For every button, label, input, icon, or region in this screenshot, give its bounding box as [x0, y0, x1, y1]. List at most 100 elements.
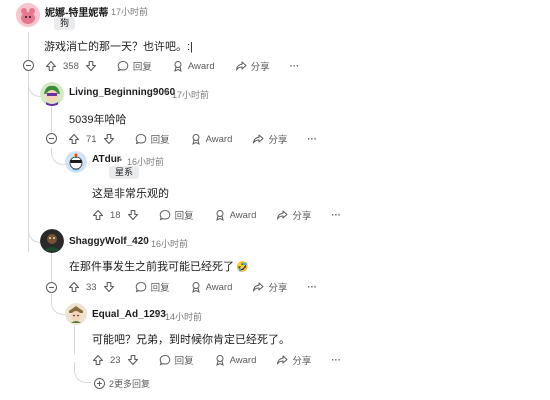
more-options-button[interactable]: ··· — [331, 355, 341, 366]
thread-line-c2[interactable] — [51, 106, 52, 132]
avatar-art-icon — [40, 82, 64, 106]
award-icon — [191, 282, 200, 293]
comment-body: 这是非常乐观的 — [92, 188, 169, 200]
downvote-icon[interactable] — [127, 354, 139, 366]
separator-dot: • — [157, 310, 161, 320]
thread-line-c5[interactable] — [74, 326, 75, 354]
reply-label: 回复 — [150, 283, 170, 294]
separator-dot: • — [164, 88, 168, 98]
more-replies-link[interactable]: 2更多回复 — [94, 377, 150, 390]
comment-bubble-icon — [159, 354, 170, 366]
comment-body: 5039年哈哈 — [69, 114, 127, 126]
share-icon — [253, 282, 264, 292]
award-label: Award — [229, 209, 257, 221]
comment-author[interactable]: ShaggyWolf_420 — [69, 236, 149, 247]
reply-button[interactable]: 回复 — [135, 132, 170, 146]
award-button[interactable]: Award — [214, 209, 257, 221]
laughing-emoji-icon: 🤣 — [236, 262, 249, 273]
share-label: 分享 — [292, 211, 312, 222]
upvote-icon[interactable] — [92, 354, 104, 366]
share-icon — [277, 355, 288, 365]
thread-line-c4[interactable] — [51, 252, 52, 282]
share-icon — [253, 134, 264, 144]
comment-timestamp[interactable]: 17小时前 — [172, 88, 209, 101]
avatar[interactable] — [16, 3, 40, 27]
award-button[interactable]: Award — [214, 354, 256, 366]
comment-author[interactable]: Living_Beginning9060 — [69, 87, 175, 98]
downvote-icon[interactable] — [103, 281, 115, 293]
comment-bubble-icon — [159, 209, 170, 221]
avatar[interactable] — [65, 151, 87, 173]
comment-author[interactable]: Equal_Ad_1293 — [92, 309, 166, 320]
downvote-icon[interactable] — [103, 133, 115, 145]
upvote-icon[interactable] — [68, 281, 80, 293]
comment-bubble-icon — [135, 281, 146, 293]
vote-count: 33 — [86, 281, 97, 293]
share-button[interactable]: 分享 — [276, 208, 311, 222]
downvote-icon[interactable] — [85, 60, 97, 72]
share-button[interactable]: 分享 — [235, 59, 270, 73]
reply-label: 回复 — [132, 62, 152, 73]
award-button[interactable]: Award — [190, 281, 232, 293]
upvote-icon[interactable] — [68, 133, 80, 145]
avatar-art-icon — [16, 3, 40, 27]
comment-timestamp[interactable]: 16小时前 — [151, 237, 188, 250]
downvote-icon[interactable] — [127, 209, 139, 221]
vote-count: 71 — [86, 133, 97, 145]
award-label: Award — [187, 60, 215, 72]
reply-button[interactable]: 回复 — [159, 208, 194, 222]
reply-label: 回复 — [150, 135, 170, 146]
comment-author[interactable]: ATdur — [92, 154, 121, 165]
award-icon — [215, 355, 224, 366]
vote-count: 18 — [110, 209, 121, 221]
comment-body: 可能吧？兄弟，到时候你肯定已经死了。 — [92, 334, 290, 346]
reply-label: 回复 — [174, 356, 194, 367]
share-label: 分享 — [268, 135, 288, 146]
share-label: 分享 — [250, 62, 270, 73]
upvote-icon[interactable] — [92, 209, 104, 221]
avatar-art-icon — [65, 151, 87, 173]
more-options-button[interactable]: ··· — [307, 134, 317, 145]
avatar[interactable] — [40, 82, 64, 106]
upvote-icon[interactable] — [45, 60, 57, 72]
more-options-button[interactable]: ··· — [307, 282, 317, 293]
share-button[interactable]: 分享 — [276, 353, 311, 367]
share-button[interactable]: 分享 — [252, 132, 287, 146]
comment-actions: 23 回复 Award 分享 ··· — [92, 351, 341, 369]
separator-dot: • — [143, 237, 147, 247]
separator-dot: • — [119, 155, 123, 165]
share-button[interactable]: 分享 — [252, 280, 287, 294]
avatar[interactable] — [40, 229, 64, 253]
award-icon — [174, 61, 182, 72]
collapse-thread-button[interactable] — [23, 60, 34, 71]
avatar-art-icon — [65, 303, 87, 325]
avatar-art-icon — [40, 229, 64, 253]
comment-timestamp[interactable]: 17小时前 — [111, 5, 148, 18]
reply-button[interactable]: 回复 — [159, 353, 194, 367]
award-icon — [191, 134, 200, 145]
user-flair: 星系 — [109, 166, 140, 179]
comment-actions: 33 回复 Award 分享 ··· — [68, 278, 317, 296]
comment-body: 游戏消亡的那一天？也许吧。:| — [44, 41, 193, 53]
comment-timestamp[interactable]: 14小时前 — [165, 310, 202, 323]
comment-actions: 18 回复 Award 分享 ··· — [92, 206, 341, 224]
collapse-thread-button[interactable] — [46, 133, 57, 144]
collapse-thread-button[interactable] — [46, 282, 57, 293]
award-icon — [215, 210, 224, 221]
comment-bubble-icon — [135, 133, 146, 145]
avatar[interactable] — [65, 303, 87, 325]
vote-count: 23 — [110, 354, 121, 366]
reply-button[interactable]: 回复 — [135, 280, 170, 294]
share-label: 分享 — [268, 283, 288, 294]
more-options-button[interactable]: ··· — [290, 61, 300, 72]
more-replies-label: 2更多回复 — [109, 379, 151, 389]
reply-label: 回复 — [174, 211, 194, 222]
separator-dot: • — [103, 5, 107, 15]
user-flair: 狗 — [54, 17, 76, 30]
more-options-button[interactable]: ··· — [331, 210, 341, 221]
award-button[interactable]: Award — [172, 60, 215, 72]
vote-count: 358 — [63, 60, 79, 72]
award-button[interactable]: Award — [190, 133, 232, 145]
comment-actions: 71 回复 Award 分享 ··· — [68, 130, 317, 148]
reply-button[interactable]: 回复 — [117, 59, 152, 73]
